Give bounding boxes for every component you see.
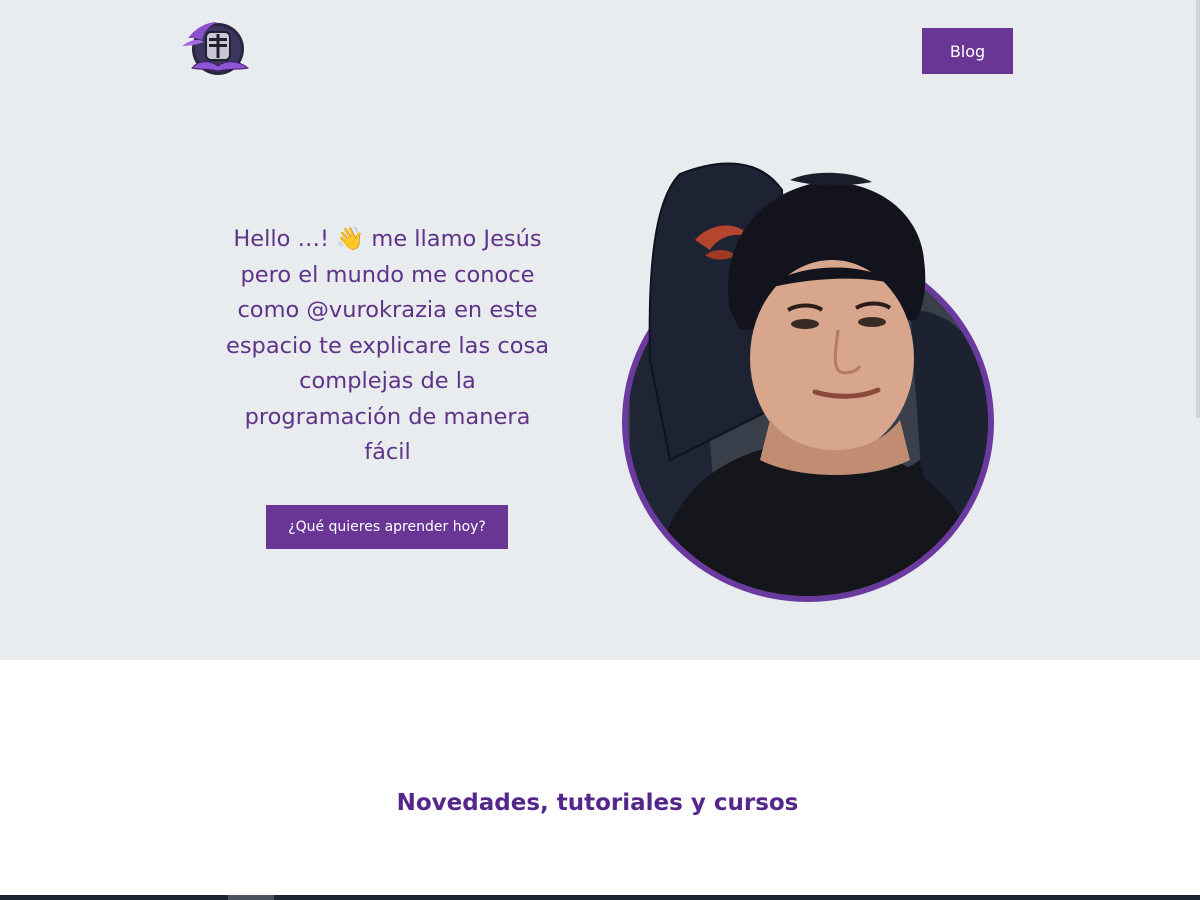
intro-line: programación de manera (244, 403, 531, 430)
intro-line: fácil (364, 439, 411, 465)
intro-line: como @vurokrazia en este (237, 297, 538, 323)
bottom-bar (0, 895, 1200, 900)
knight-helmet-mustache-logo-icon[interactable] (178, 16, 252, 82)
intro-line: pero el mundo me conoce (240, 261, 535, 288)
intro-line: Hello …! 👋 me llamo Jesús (233, 226, 542, 252)
learn-today-button[interactable]: ¿Qué quieres aprender hoy? (266, 505, 508, 549)
bottom-tab[interactable] (228, 895, 274, 900)
intro-line: complejas de la (299, 368, 476, 394)
intro-line: espacio te explicare las cosa (225, 332, 549, 359)
intro-text: Hello …! 👋 me llamo Jesús pero el mundo … (205, 222, 570, 471)
blog-button[interactable]: Blog (922, 28, 1013, 74)
hero-section (0, 0, 1200, 660)
section-title: Novedades, tutoriales y cursos (396, 790, 799, 816)
scrollbar-thumb[interactable] (1196, 0, 1200, 418)
profile-photo-icon (622, 162, 994, 602)
